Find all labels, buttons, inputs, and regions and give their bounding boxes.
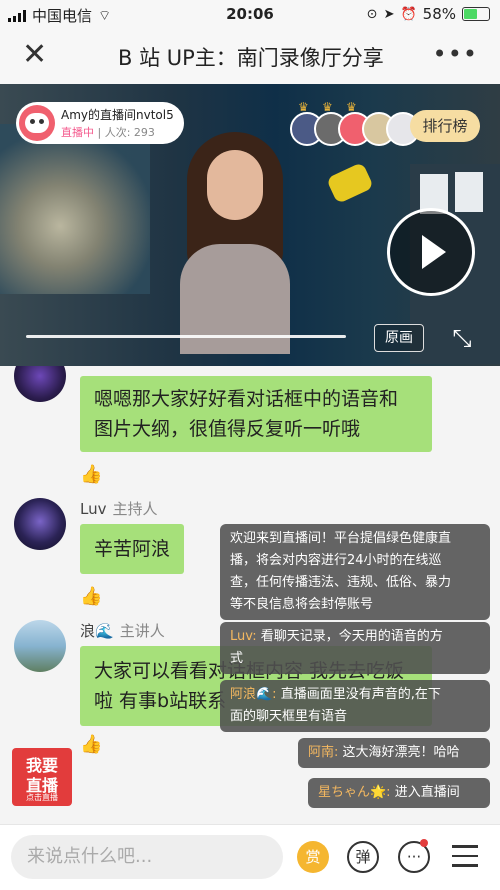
danmaku-sender: 星ちゃん🌟: (318, 785, 391, 800)
bottom-bar: 来说点什么吧... 赏 弹 ··· (0, 824, 500, 890)
go-live-caption: 点击直播 (26, 793, 58, 802)
battery-icon (462, 7, 490, 21)
battery-percent: 58% (422, 5, 456, 23)
anchor-avatar (19, 105, 55, 141)
sender-role: 主持人 (112, 500, 158, 518)
notice-line: 等不良信息将会封停账号 (230, 597, 374, 612)
status-bar: 中国电信 ⌔ 20:06 ⊙ ➤ ⏰ 58% (0, 0, 500, 28)
progress-bar[interactable] (26, 335, 346, 338)
desk-lamp (325, 161, 375, 205)
close-icon[interactable]: ✕ (22, 40, 47, 70)
tip-button[interactable]: 赏 (297, 841, 329, 873)
status-right: ⊙ ➤ ⏰ 58% (367, 5, 490, 23)
avatar[interactable] (14, 498, 66, 550)
system-notice: 欢迎来到直播间！平台提倡绿色健康直 播，将会对内容进行24小时的在线巡 查，任何… (220, 524, 490, 620)
thumbs-up-icon[interactable]: 👍 (80, 464, 102, 486)
nav-header: ✕ B 站 UP主：南门录像厅分享 ••• (0, 28, 500, 84)
danmaku-message: 星ちゃん🌟: 进入直播间 (308, 778, 490, 808)
danmaku-text: 这大海好漂亮！哈哈 (338, 745, 460, 760)
danmu-toggle[interactable]: 弹 (347, 841, 379, 873)
danmaku-text: 看聊天记录，今天用的语音的方 (256, 629, 443, 644)
sender-role: 主讲人 (119, 622, 165, 640)
menu-icon[interactable] (452, 845, 478, 867)
alarm-icon: ⏰ (400, 6, 417, 22)
thumbs-up-icon[interactable]: 👍 (80, 586, 102, 608)
sender-line: 浪🌊 主讲人 (80, 620, 165, 641)
comment-input[interactable]: 来说点什么吧... (11, 835, 283, 879)
separator: | (94, 126, 105, 139)
fullscreen-icon[interactable]: ⤡ (448, 324, 476, 352)
notice-line: 查，任何传播违法、违规、低俗、暴力 (230, 575, 452, 590)
more-icon[interactable]: ••• (433, 40, 478, 68)
message-bubble[interactable]: 辛苦阿浪 (80, 524, 185, 574)
avatar[interactable] (14, 620, 66, 672)
avatar-eye (30, 119, 35, 124)
live-status: 直播中 (61, 126, 94, 139)
danmaku-sender: 阿南: (308, 745, 339, 760)
avatar-eye (39, 119, 44, 124)
chat-area[interactable]: 嗯嗯那大家好好看对话框中的语音和 图片大纲，很值得反复听一听哦 👍 Luv 主持人… (0, 366, 500, 824)
anchor-sub: 直播中 | 人次: 293 (61, 124, 155, 140)
notice-line: 欢迎来到直播间！平台提倡绿色健康直 (230, 531, 452, 546)
live-video-player[interactable]: Amy的直播间nvtol5 直播中 | 人次: 293 ♛ ♛ ♛ 排行榜 原画… (0, 84, 500, 366)
wall-sheet (455, 172, 483, 212)
streamer-face (207, 150, 263, 220)
play-icon (422, 235, 446, 269)
danmaku-message: 阿南: 这大海好漂亮！哈哈 (298, 738, 490, 768)
message-text: 辛苦阿浪 (94, 538, 171, 560)
battery-fill (464, 9, 477, 19)
sender-name: Luv (80, 500, 107, 518)
page-title: B 站 UP主：南门录像厅分享 (118, 46, 384, 70)
sender-line: Luv 主持人 (80, 498, 158, 519)
notice-line: 播，将会对内容进行24小时的在线巡 (230, 553, 442, 568)
danmaku-message: Luv: 看聊天记录，今天用的语音的方 式 (220, 622, 490, 674)
ranking-button[interactable]: 排行榜 (410, 110, 480, 142)
message-line: 嗯嗯那大家好好看对话框中的语音和 (94, 388, 399, 410)
danmaku-text: 式 (230, 651, 244, 666)
sender-name: 浪🌊 (80, 622, 114, 640)
message-bubble[interactable]: 嗯嗯那大家好好看对话框中的语音和 图片大纲，很值得反复听一听哦 (80, 376, 432, 452)
lock-rotation-icon: ⊙ (366, 6, 378, 22)
notification-dot (420, 839, 428, 847)
danmaku-text: 直播画面里没有声音的,在下 (276, 687, 441, 702)
message-line: 图片大纲，很值得反复听一听哦 (94, 418, 361, 440)
avatar[interactable] (14, 366, 66, 402)
thumbs-up-icon[interactable]: 👍 (80, 734, 102, 756)
location-icon: ➤ (383, 6, 395, 22)
go-live-button[interactable]: 我要 直播 点击直播 (12, 748, 72, 806)
anchor-card[interactable]: Amy的直播间nvtol5 直播中 | 人次: 293 (16, 102, 184, 144)
viewer-count: 人次: 293 (104, 126, 155, 139)
avatar-face (25, 113, 49, 133)
wave-painting (0, 124, 150, 294)
quality-button[interactable]: 原画 (374, 324, 424, 352)
danmaku-text: 面的聊天框里有语音 (230, 709, 348, 724)
anchor-name: Amy的直播间nvtol5 (61, 108, 174, 122)
danmaku-text: 进入直播间 (390, 785, 460, 800)
danmaku-message: 阿浪🌊: 直播画面里没有声音的,在下 面的聊天框里有语音 (220, 680, 490, 732)
streamer (175, 124, 295, 354)
danmaku-sender: Luv: (230, 629, 257, 644)
danmaku-sender: 阿浪🌊: (230, 687, 277, 702)
play-button[interactable] (387, 208, 475, 296)
